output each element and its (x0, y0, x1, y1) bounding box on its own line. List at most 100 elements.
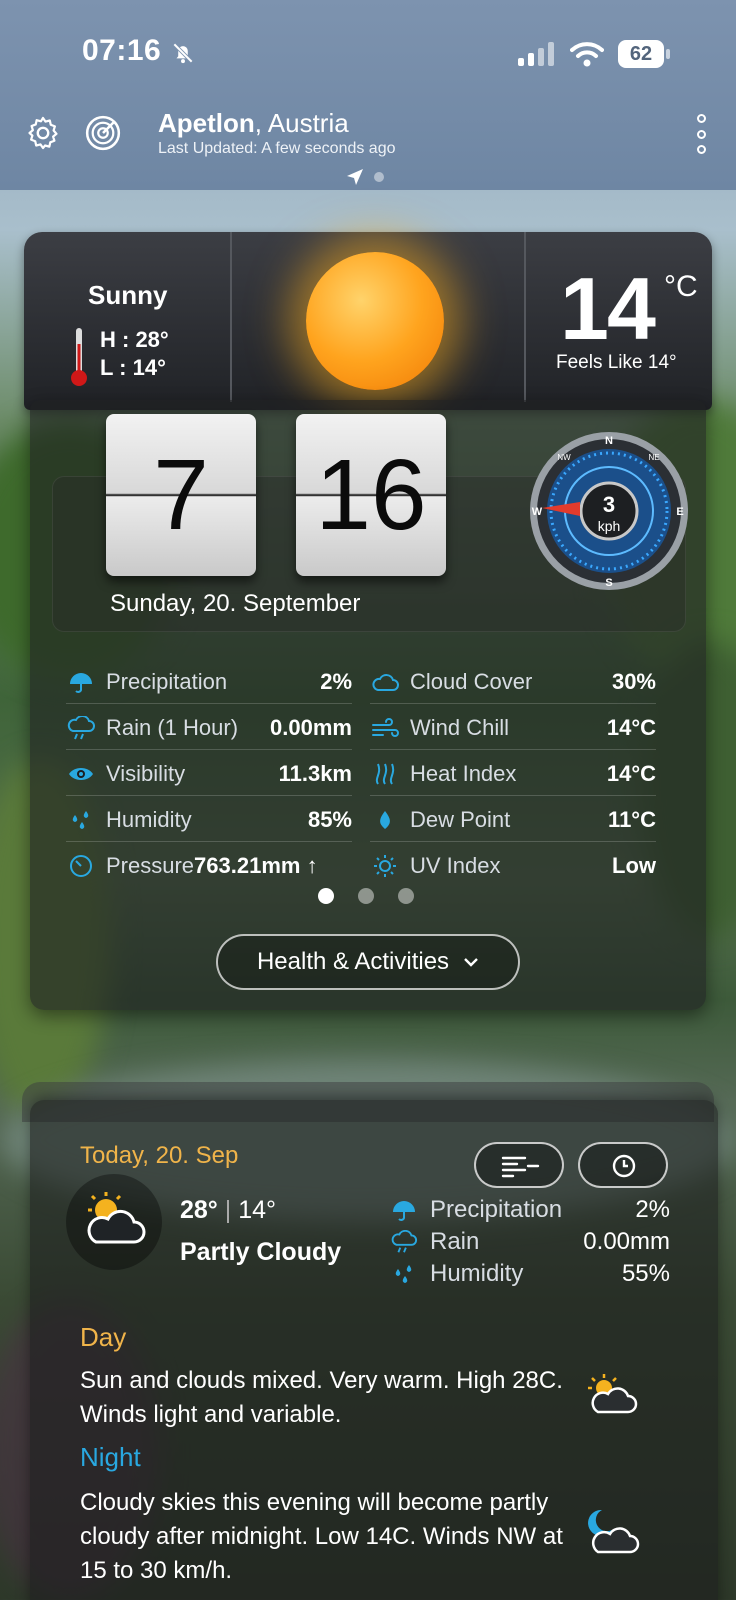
hourly-button[interactable] (578, 1142, 668, 1188)
detail-value: 763.21mm ↑ (194, 853, 318, 878)
sun-icon (306, 252, 444, 390)
detail-label: Wind Chill (410, 714, 510, 740)
compass-nw: NW (557, 453, 571, 462)
forecast-humidity: Humidity 55% (390, 1260, 670, 1288)
city-name: Apetlon (158, 108, 255, 138)
detail-value: 30% (611, 668, 656, 694)
rain-cloud-icon (390, 1230, 418, 1254)
detail-label: Dew Point (410, 806, 511, 832)
last-updated-text: Last Updated: A few seconds ago (158, 140, 396, 157)
clock-minute: 16 (296, 414, 446, 576)
compass-e: E (676, 506, 683, 518)
thermometer-icon (71, 328, 87, 386)
clock-icon (612, 1154, 636, 1178)
heat-icon (370, 762, 400, 786)
mini-value: 55% (621, 1260, 670, 1287)
compass-n: N (605, 435, 613, 447)
mini-label: Precipitation (430, 1196, 563, 1223)
detail-value: Low (612, 853, 656, 878)
partly-cloudy-icon (87, 1192, 146, 1244)
wifi-icon (570, 42, 604, 67)
current-date: Sunday, 20. September (110, 590, 361, 617)
detail-value: 11.3km (278, 760, 352, 786)
detail-label: Pressure (106, 853, 195, 878)
pager-dot-active[interactable] (318, 888, 334, 904)
wind-compass[interactable]: N NE E S W NW 3 kph (528, 430, 690, 592)
health-activities-label: Health & Activities (256, 948, 450, 975)
status-time: 07:16 (82, 34, 162, 67)
detail-humidity: Humidity 85% (66, 798, 352, 842)
day-description: Sun and clouds mixed. Very warm. High 28… (80, 1367, 563, 1428)
country-name: , Austria (254, 108, 349, 138)
detail-value: 2% (320, 668, 352, 694)
wind-unit: kph (598, 518, 621, 534)
pager-dot[interactable] (398, 888, 414, 904)
detail-value: 14°C (606, 760, 656, 786)
bell-muted-icon (173, 43, 193, 64)
detail-value: 85% (307, 806, 352, 832)
high-low: H : 28° L : 14° (100, 326, 169, 382)
temperature-unit[interactable]: °C (664, 270, 698, 304)
condition-text: Sunny (88, 280, 168, 310)
mini-value: 2% (635, 1196, 670, 1223)
detail-label: UV Index (410, 853, 501, 878)
droplets-icon (66, 808, 96, 832)
detail-value: 0.00mm (270, 714, 352, 740)
detail-cloud-cover: Cloud Cover 30% (370, 660, 656, 704)
settings-gear-icon[interactable] (24, 114, 62, 152)
detail-label: Heat Index (410, 760, 517, 786)
location-arrow-icon (347, 169, 363, 185)
detail-precipitation: Precipitation 2% (66, 660, 352, 704)
detail-label: Rain (1 Hour) (106, 714, 239, 740)
wind-icon (370, 716, 400, 740)
detail-dew-point: Dew Point 11°C (370, 798, 656, 842)
sun-small-icon (370, 854, 400, 878)
detail-label: Visibility (106, 760, 186, 786)
battery-indicator: 62 (618, 40, 670, 68)
forecast-condition: Partly Cloudy (180, 1238, 342, 1266)
chevron-down-icon (464, 958, 478, 967)
mini-label: Humidity (430, 1260, 524, 1287)
forecast-temps: 28° | 14° (180, 1196, 277, 1224)
compass-w: W (532, 506, 543, 518)
more-options-icon[interactable] (694, 114, 708, 154)
pager-dot[interactable] (374, 172, 384, 182)
current-temperature: 14 (560, 259, 656, 358)
night-heading: Night (80, 1442, 141, 1472)
details-pager[interactable] (318, 888, 414, 904)
umbrella-icon (66, 670, 96, 694)
feels-like: Feels Like 14° (556, 352, 677, 373)
detail-label: Cloud Cover (410, 668, 533, 694)
list-view-button[interactable] (474, 1142, 564, 1188)
mini-value: 0.00mm (583, 1228, 670, 1255)
partly-cloudy-night-icon (588, 1509, 640, 1554)
partly-cloudy-day-icon (588, 1374, 638, 1414)
detail-value: 14°C (606, 714, 656, 740)
day-heading: Day (80, 1322, 127, 1352)
low-temp: L : 14° (100, 355, 166, 380)
forecast-low: 14° (238, 1196, 277, 1224)
mini-label: Rain (430, 1228, 480, 1255)
detail-pressure: Pressure 763.21mm ↑ (66, 844, 352, 888)
radar-icon[interactable] (84, 114, 122, 152)
night-description: Cloudy skies this evening will become pa… (80, 1489, 563, 1584)
compass-s: S (605, 577, 612, 589)
detail-visibility: Visibility 11.3km (66, 752, 352, 796)
compass-ne: NE (648, 453, 659, 462)
health-activities-button[interactable]: Health & Activities (216, 934, 520, 990)
gauge-icon (66, 854, 96, 878)
eye-icon (66, 762, 96, 786)
detail-uv-index: UV Index Low (370, 844, 656, 888)
list-icon (501, 1156, 540, 1178)
location-pager[interactable] (346, 168, 384, 186)
pager-dot[interactable] (358, 888, 374, 904)
detail-wind-chill: Wind Chill 14°C (370, 706, 656, 750)
cellular-signal-icon (518, 42, 554, 66)
forecast-rain: Rain 0.00mm (390, 1228, 670, 1256)
clock-hour: 7 (106, 414, 256, 576)
cloud-icon (370, 670, 400, 694)
drop-icon (370, 808, 400, 832)
droplets-icon (390, 1263, 418, 1285)
location-title[interactable]: Apetlon, Austria (158, 108, 349, 139)
high-temp: H : 28° (100, 327, 169, 352)
